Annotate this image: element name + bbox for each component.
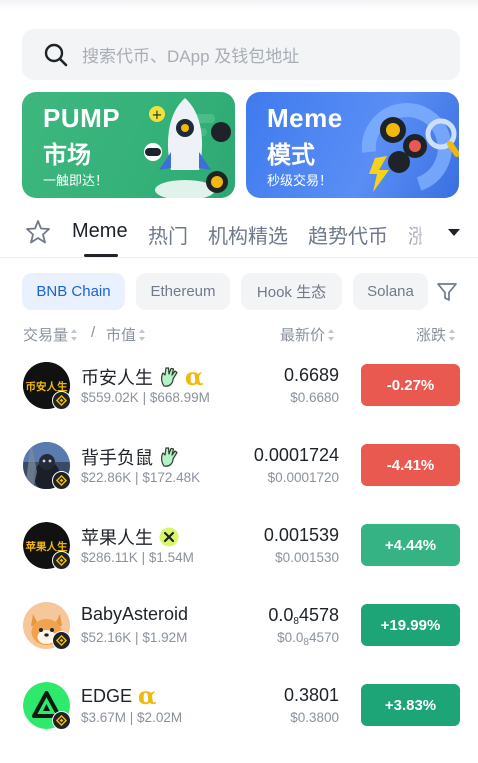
price-digits: 4578	[298, 605, 339, 625]
top-edge	[0, 0, 478, 10]
tab-overflow-fade	[398, 206, 438, 256]
banner-title-2: 市场	[43, 142, 91, 169]
change-badge[interactable]: -0.27%	[361, 364, 460, 406]
chain-chip-ethereum[interactable]: Ethereum	[136, 273, 230, 310]
volume-mcap: $559.02K | $668.99M	[81, 390, 210, 405]
search-bar[interactable]: 搜索代币、DApp 及钱包地址	[22, 29, 460, 80]
price-usd-digits: 4570	[308, 630, 339, 645]
banner-title: PUMP	[43, 103, 121, 133]
svg-text:+: +	[152, 108, 163, 123]
rocket-illustration-icon: +	[144, 98, 231, 198]
mcap-value: $668.99M	[149, 390, 210, 405]
column-header-mcap[interactable]: 市值	[106, 324, 146, 345]
column-header-separator: /	[91, 324, 95, 341]
mcap-value: $1.54M	[148, 550, 194, 565]
token-row[interactable]: 背手负鼠 $22.86K | $172.48K 0.0001724 $0.000…	[0, 442, 478, 502]
category-tabs: Meme 热门 机构精选 趋势代币 涨	[0, 206, 478, 258]
banner-title: Meme	[267, 103, 343, 133]
price-prefix: 0.0	[268, 605, 294, 625]
change-badge[interactable]: +19.99%	[361, 604, 460, 646]
banner-subtitle: 秒级交易！	[267, 173, 333, 188]
price-value: 0.0001724	[253, 445, 339, 465]
price-usd-prefix: $0.0	[277, 630, 304, 645]
change-badge[interactable]: -4.41%	[361, 444, 460, 486]
tab-hot[interactable]: 热门	[148, 220, 188, 249]
search-placeholder: 搜索代币、DApp 及钱包地址	[82, 47, 300, 66]
volume-label: 交易量	[23, 327, 69, 344]
price-usd-value: $0.0001720	[267, 470, 339, 485]
volume-value: $559.02K	[81, 390, 139, 405]
column-header-price[interactable]: 最新价	[280, 324, 335, 345]
price-usd-value: $0.084570	[277, 630, 339, 648]
tabs-dropdown-icon[interactable]	[446, 226, 462, 238]
filter-icon[interactable]	[436, 281, 458, 303]
token-name: 背手负鼠	[81, 448, 153, 468]
volume-mcap: $286.11K | $1.54M	[81, 550, 194, 565]
price-value: 0.001539	[263, 525, 339, 545]
price-value: 0.6689	[283, 365, 339, 385]
bnb-chain-badge-icon	[52, 631, 71, 650]
price-usd-value: $0.6680	[290, 390, 339, 405]
token-name: BabyAsteroid	[81, 604, 189, 624]
price-value: 0.3801	[283, 685, 339, 705]
volume-value: $52.16K	[81, 630, 132, 645]
price-usd-value: $0.001530	[275, 550, 339, 565]
mcap-value: $172.48K	[142, 470, 201, 485]
tab-trending[interactable]: 趋势代币	[308, 220, 388, 249]
token-name: 币安人生	[81, 368, 153, 388]
price-value: 0.084578	[268, 605, 339, 627]
pump-market-banner[interactable]: PUMP 市场 一触即达！ +	[22, 92, 235, 198]
volume-value: $286.11K	[81, 550, 138, 565]
favorite-star-icon[interactable]	[24, 218, 52, 246]
tab-institutional[interactable]: 机构精选	[208, 220, 288, 249]
token-row[interactable]: EDGE α $3.67M | $2.02M 0.3801 $0.3800 +3…	[0, 682, 478, 742]
bnb-chain-badge-icon	[52, 551, 71, 570]
token-row[interactable]: BabyAsteroid $52.16K | $1.92M 0.084578 $…	[0, 602, 478, 662]
mcap-label: 市值	[106, 327, 137, 344]
volume-value: $22.86K	[81, 470, 132, 485]
x-badge-icon	[159, 527, 179, 547]
volume-mcap: $3.67M | $2.02M	[81, 710, 183, 725]
column-header-volume[interactable]: 交易量	[23, 324, 78, 345]
change-badge[interactable]: +3.83%	[361, 684, 460, 726]
price-label: 最新价	[280, 327, 326, 344]
volume-mcap: $52.16K | $1.92M	[81, 630, 188, 645]
volume-value: $3.67M	[81, 710, 127, 725]
bnb-chain-badge-icon	[52, 471, 71, 490]
change-label: 涨跌	[416, 327, 447, 344]
hand-icon	[159, 446, 179, 468]
token-row[interactable]: 苹果人生 苹果人生 $286.11K | $1.54M 0.001539 $0.…	[0, 522, 478, 582]
token-name: 苹果人生	[81, 528, 153, 548]
change-badge[interactable]: +4.44%	[361, 524, 460, 566]
chain-chip-hook[interactable]: Hook 生态	[241, 273, 342, 310]
bnb-chain-badge-icon	[52, 391, 71, 410]
token-name: EDGE	[81, 685, 133, 706]
hand-icon	[159, 366, 179, 388]
volume-mcap: $22.86K | $172.48K	[81, 470, 201, 485]
sort-icon	[71, 328, 78, 341]
chain-chip-bnb[interactable]: BNB Chain	[22, 273, 125, 310]
search-icon	[44, 43, 68, 66]
mcap-value: $2.02M	[137, 710, 183, 725]
meme-mode-banner[interactable]: Meme 模式 秒级交易！	[246, 92, 459, 198]
separator-label: /	[91, 324, 96, 341]
banner-subtitle: 一触即达！	[43, 173, 109, 188]
meme-coins-illustration-icon	[361, 103, 459, 192]
price-usd-value: $0.3800	[290, 710, 339, 725]
active-tab-indicator	[84, 254, 118, 257]
tab-meme[interactable]: Meme	[72, 220, 128, 243]
mcap-value: $1.92M	[142, 630, 188, 645]
alpha-icon: α	[138, 681, 157, 710]
sort-icon	[139, 328, 146, 341]
alpha-icon: α	[185, 362, 204, 391]
sort-icon	[449, 328, 456, 341]
banner-title-2: 模式	[267, 142, 315, 169]
sort-icon	[328, 328, 335, 341]
column-header-change[interactable]: 涨跌	[416, 324, 456, 345]
token-row[interactable]: 币安人生 币安人生 α $559.02K | $668.99M 0.6689 $…	[0, 362, 478, 422]
chain-chip-solana[interactable]: Solana	[353, 273, 428, 310]
bnb-chain-badge-icon	[52, 711, 71, 730]
